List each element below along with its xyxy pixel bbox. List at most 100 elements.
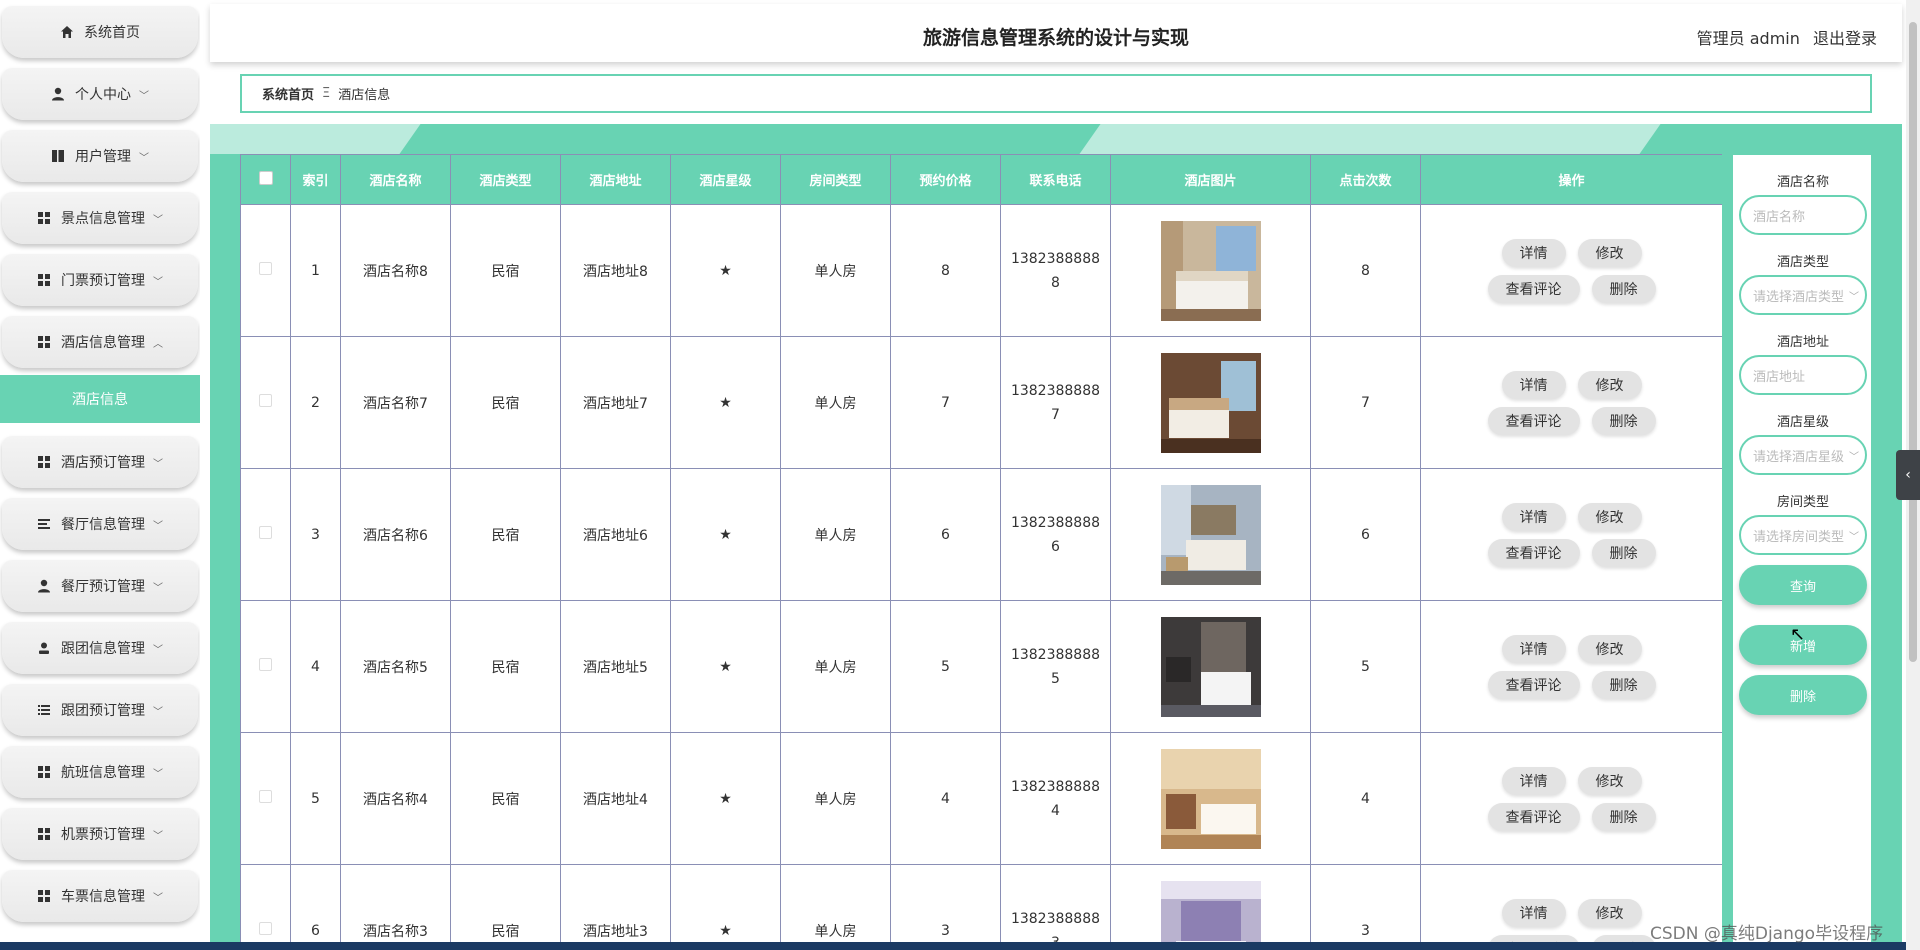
hotel-type-select[interactable]: 请选择酒店类型 ﹀	[1739, 275, 1867, 315]
view-reviews-button[interactable]: 查看评论	[1487, 802, 1580, 831]
sidebar-item-home[interactable]: 系统首页	[2, 6, 198, 58]
chevron-left-icon: ‹	[1905, 467, 1911, 483]
edit-button[interactable]: 修改	[1577, 238, 1642, 267]
sidebar-item-ticket-booking[interactable]: 门票预订管理 ﹀	[2, 254, 198, 306]
delete-button[interactable]: 删除	[1591, 802, 1656, 831]
sidebar-item-user-management[interactable]: 用户管理 ﹀	[2, 130, 198, 182]
edit-button[interactable]: 修改	[1577, 898, 1642, 927]
chevron-down-icon: ﹀	[153, 768, 163, 780]
sidebar-item-personal-center[interactable]: 个人中心 ﹀	[2, 68, 198, 120]
sidebar-item-airticket-booking[interactable]: 机票预订管理 ﹀	[2, 808, 198, 860]
decor-stripe	[1079, 124, 1661, 154]
edit-button[interactable]: 修改	[1577, 502, 1642, 531]
table-row: 3 酒店名称6 民宿 酒店地址6 ★ 单人房 6 13823888886 6 详…	[240, 468, 1722, 601]
row-checkbox[interactable]	[259, 790, 272, 803]
sidebar-item-tour-management[interactable]: 跟团信息管理 ﹀	[2, 622, 198, 674]
view-reviews-button[interactable]: 查看评论	[1487, 274, 1580, 303]
view-reviews-button[interactable]: 查看评论	[1487, 406, 1580, 435]
chevron-down-icon: ﹀	[1849, 451, 1859, 463]
row-checkbox[interactable]	[259, 526, 272, 539]
cell-star: ★	[670, 204, 781, 337]
detail-button[interactable]: 详情	[1501, 502, 1566, 531]
hotel-image[interactable]	[1160, 616, 1261, 717]
row-checkbox[interactable]	[259, 658, 272, 671]
view-reviews-button[interactable]: 查看评论	[1487, 538, 1580, 567]
hotel-image[interactable]	[1160, 220, 1261, 321]
delete-button[interactable]: 删除	[1591, 274, 1656, 303]
edit-button[interactable]: 修改	[1577, 370, 1642, 399]
sidebar-item-tour-booking[interactable]: 跟团预订管理 ﹀	[2, 684, 198, 736]
sidebar-item-trainticket-management[interactable]: 车票信息管理 ﹀	[2, 870, 198, 922]
sidebar-subitem-hotel-info[interactable]: 酒店信息	[0, 375, 200, 423]
chevron-down-icon: ﹀	[153, 644, 163, 656]
view-reviews-button[interactable]: 查看评论	[1487, 670, 1580, 699]
detail-button[interactable]: 详情	[1501, 370, 1566, 399]
breadcrumb-current: 酒店信息	[338, 88, 391, 103]
detail-button[interactable]: 详情	[1501, 898, 1566, 927]
chevron-down-icon: ﹀	[139, 90, 149, 102]
horizontal-scrollbar[interactable]	[0, 942, 1906, 950]
column-header: 酒店名称	[340, 154, 451, 205]
sidebar-item-flight-management[interactable]: 航班信息管理 ﹀	[2, 746, 198, 798]
room-type-label: 房间类型	[1776, 495, 1829, 510]
cell-image	[1110, 468, 1311, 601]
delete-button[interactable]: 删除	[1591, 538, 1656, 567]
delete-button[interactable]: 删除	[1591, 670, 1656, 699]
detail-button[interactable]: 详情	[1501, 238, 1566, 267]
hotel-name-label: 酒店名称	[1776, 175, 1829, 190]
user-icon	[37, 579, 51, 593]
hotel-image[interactable]	[1160, 880, 1261, 945]
sidebar-item-label: 酒店信息管理	[61, 335, 145, 351]
table-header-row: 索引 酒店名称 酒店类型 酒店地址 酒店星级 房间类型 预约价格 联系电话 酒店…	[240, 154, 1722, 205]
chevron-down-icon: ﹀	[153, 582, 163, 594]
query-button[interactable]: 查询	[1739, 565, 1867, 605]
collapse-panel-button[interactable]: ‹	[1896, 450, 1920, 500]
cell-actions: 详情修改 查看评论删除	[1420, 204, 1722, 337]
edit-button[interactable]: 修改	[1577, 634, 1642, 663]
search-panel: 酒店名称 酒店名称 酒店类型 请选择酒店类型 ﹀ 酒店地址 酒店地址 酒店星级 请…	[1732, 154, 1872, 944]
column-header: 索引	[290, 154, 341, 205]
sidebar-item-restaurant-booking[interactable]: 餐厅预订管理 ﹀	[2, 560, 198, 612]
breadcrumb-home[interactable]: 系统首页	[262, 84, 314, 103]
grid-icon	[37, 273, 51, 287]
cell-actions: 详情修改 查看评论删除	[1420, 600, 1722, 733]
detail-button[interactable]: 详情	[1501, 766, 1566, 795]
batch-delete-button[interactable]: 删除	[1739, 675, 1867, 715]
cell-image	[1110, 336, 1311, 469]
sidebar-item-hotel-booking[interactable]: 酒店预订管理 ﹀	[2, 436, 198, 488]
sidebar-item-hotel-management[interactable]: 酒店信息管理 ︿	[2, 316, 198, 368]
sidebar-item-label: 车票信息管理	[61, 889, 145, 905]
hotel-image[interactable]	[1160, 484, 1261, 585]
checkbox-box[interactable]	[258, 170, 273, 185]
room-type-select[interactable]: 请选择房间类型 ﹀	[1739, 515, 1867, 555]
select-all-checkbox[interactable]	[240, 154, 291, 205]
hotel-image[interactable]	[1160, 352, 1261, 453]
detail-button[interactable]: 详情	[1501, 634, 1566, 663]
cell-clicks: 7	[1310, 336, 1421, 469]
table-row: 6 酒店名称3 民宿 酒店地址3 ★ 单人房 3 13823888883 3 详…	[240, 864, 1722, 945]
cell-address: 酒店地址8	[560, 204, 671, 337]
list-icon	[37, 517, 51, 531]
cell-name: 酒店名称4	[340, 732, 451, 865]
logout-button[interactable]: 退出登录	[1813, 29, 1877, 48]
row-checkbox[interactable]	[259, 262, 272, 275]
delete-button[interactable]: 删除	[1591, 406, 1656, 435]
hotel-address-label: 酒店地址	[1776, 335, 1829, 350]
hotel-name-input[interactable]: 酒店名称	[1739, 195, 1867, 235]
sidebar-item-scenic-management[interactable]: 景点信息管理 ﹀	[2, 192, 198, 244]
row-checkbox[interactable]	[259, 922, 272, 935]
scrollbar-thumb[interactable]	[1909, 22, 1917, 662]
hotel-image[interactable]	[1160, 748, 1261, 849]
sidebar-item-label: 跟团预订管理	[61, 703, 145, 719]
sidebar-item-label: 机票预订管理	[61, 827, 145, 843]
cell-room: 单人房	[780, 864, 891, 944]
edit-button[interactable]: 修改	[1577, 766, 1642, 795]
cell-name: 酒店名称5	[340, 600, 451, 733]
row-checkbox[interactable]	[259, 394, 272, 407]
chevron-up-icon: ︿	[153, 338, 163, 350]
column-header: 房间类型	[780, 154, 891, 205]
cell-index: 3	[290, 468, 341, 601]
hotel-address-input[interactable]: 酒店地址	[1739, 355, 1867, 395]
sidebar-item-restaurant-management[interactable]: 餐厅信息管理 ﹀	[2, 498, 198, 550]
hotel-star-select[interactable]: 请选择酒店星级 ﹀	[1739, 435, 1867, 475]
